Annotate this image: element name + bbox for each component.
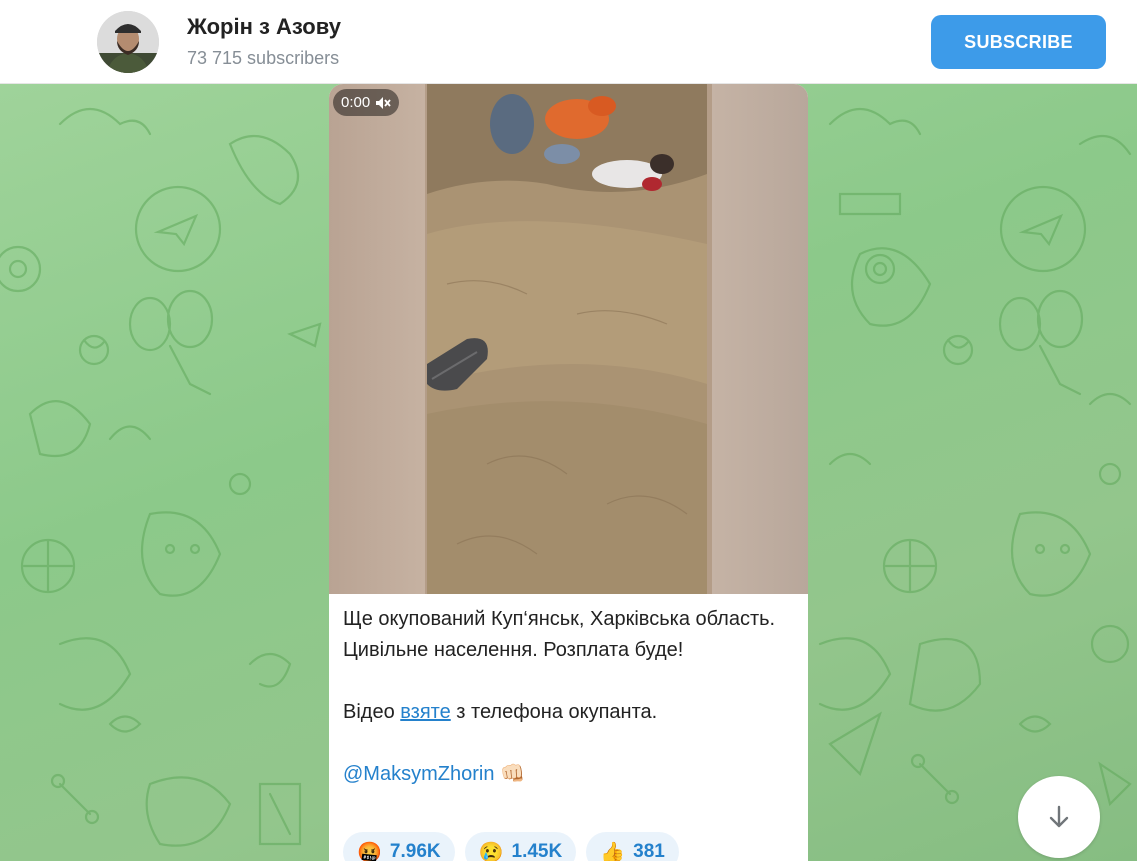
mention-link[interactable]: @MaksymZhorin: [343, 763, 494, 785]
thumbs-up-emoji-icon: 👍: [600, 841, 626, 861]
scroll-down-button[interactable]: [1018, 776, 1100, 858]
video-timer: 0:00: [333, 89, 400, 116]
fist-emoji: 👊🏻: [500, 763, 525, 785]
video-thumbnail[interactable]: [427, 84, 707, 594]
reactions-bar: 🤬 7.96K 😢 1.45K 👍 381: [343, 832, 679, 861]
reaction-thumbs-up[interactable]: 👍 381: [586, 832, 679, 861]
channel-post: 0:00 Ще окупований Куп‘янськ, Харківська…: [329, 84, 808, 861]
post-caption: Ще окупований Куп‘янськ, Харківська обла…: [343, 604, 798, 790]
video-player[interactable]: 0:00: [329, 84, 808, 594]
reaction-sad[interactable]: 😢 1.45K: [464, 832, 577, 861]
subscribe-button[interactable]: SUBSCRIBE: [931, 15, 1106, 69]
source-link[interactable]: взяте: [400, 701, 450, 723]
reaction-count: 7.96K: [389, 841, 441, 861]
caption-source-line: Відео взяте з телефона окупанта.: [343, 701, 658, 723]
sad-emoji-icon: 😢: [478, 841, 504, 861]
video-time-label: 0:00: [341, 94, 371, 111]
reaction-count: 381: [633, 841, 665, 861]
channel-header: Жорін з Азову 73 715 subscribers SUBSCRI…: [0, 0, 1137, 84]
mention-line: @MaksymZhorin 👊🏻: [343, 759, 798, 790]
speaker-muted-icon[interactable]: [375, 96, 391, 110]
angry-emoji-icon: 🤬: [357, 841, 382, 861]
channel-avatar[interactable]: [97, 11, 159, 73]
arrow-down-icon: [1049, 805, 1069, 828]
reaction-angry[interactable]: 🤬 7.96K: [343, 832, 455, 861]
caption-text: Ще окупований Куп‘янськ, Харківська обла…: [343, 608, 776, 661]
subscriber-count: 73 715 subscribers: [187, 48, 340, 68]
reaction-count: 1.45K: [511, 841, 563, 861]
channel-title: Жорін з Азову: [187, 14, 341, 39]
